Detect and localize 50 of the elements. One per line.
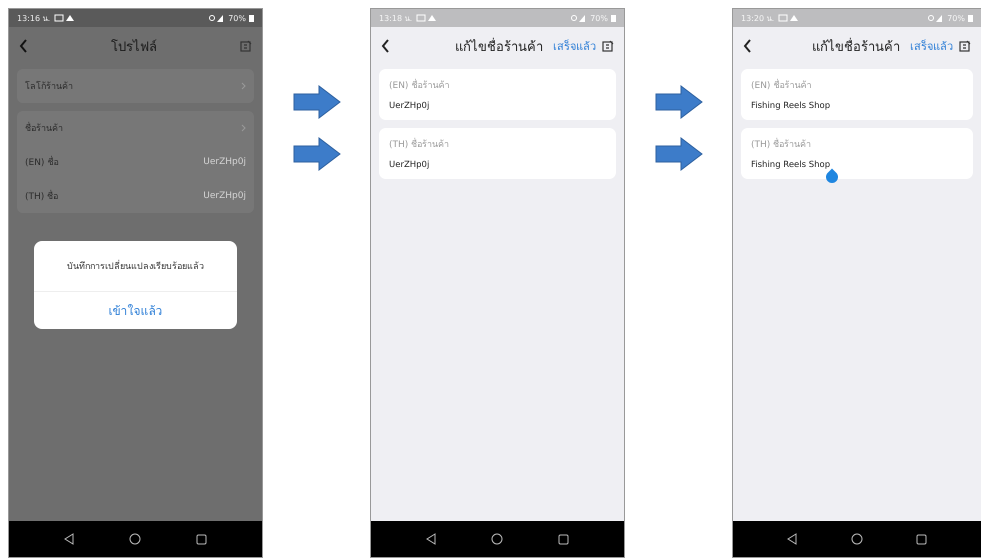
battery-icon <box>611 14 616 22</box>
battery-icon <box>249 14 254 22</box>
back-icon[interactable] <box>381 39 390 53</box>
screen-title: โปรไฟล์ <box>110 38 158 56</box>
notification-icons <box>54 14 76 22</box>
back-nav-icon[interactable] <box>426 533 436 545</box>
signal-icon <box>209 14 226 22</box>
row-value: UerZHp0j <box>203 191 246 201</box>
status-time: 13:16 น. <box>17 12 50 24</box>
row-label: (TH) ชื่อ <box>25 189 58 203</box>
notification-icons <box>778 14 800 22</box>
arrow-icon <box>654 85 702 119</box>
home-nav-icon[interactable] <box>850 533 862 545</box>
logo-row[interactable]: โลโก้ร้านค้า <box>17 69 254 103</box>
home-nav-icon[interactable] <box>129 533 141 545</box>
chevron-right-icon <box>241 82 246 90</box>
arrow-icon <box>292 137 340 171</box>
done-link[interactable]: เสร็จแล้ว <box>553 37 596 55</box>
row-value: UerZHp0j <box>203 157 246 167</box>
signal-icon <box>571 14 588 22</box>
row-label: (EN) ชื่อ <box>25 155 58 169</box>
status-time: 13:18 น. <box>379 12 412 24</box>
screen-title: แก้ไขชื่อร้านค้า <box>811 36 901 56</box>
back-nav-icon[interactable] <box>64 533 74 545</box>
done-link[interactable]: เสร็จแล้ว <box>910 37 953 55</box>
status-time: 13:20 น. <box>741 12 774 24</box>
input-field[interactable]: (EN) ชื่อร้านค้า UerZHp0j <box>379 69 616 120</box>
back-nav-icon[interactable] <box>786 533 797 545</box>
battery-percent: 70% <box>228 14 246 22</box>
recents-nav-icon[interactable] <box>196 534 207 544</box>
battery-icon <box>968 14 973 22</box>
signal-icon <box>928 14 944 22</box>
back-icon[interactable] <box>743 39 752 53</box>
edit-icon[interactable] <box>602 40 614 52</box>
chevron-right-icon <box>241 124 246 132</box>
arrow-icon <box>654 137 702 171</box>
home-nav-icon[interactable] <box>491 533 503 545</box>
arrow-icon <box>292 85 340 119</box>
ok-button[interactable]: เข้าใจแล้ว <box>88 292 182 329</box>
battery-percent: 70% <box>947 14 965 22</box>
screen-title: แก้ไขชื่อร้านค้า <box>454 36 544 56</box>
recents-nav-icon[interactable] <box>558 534 569 544</box>
battery-percent: 70% <box>590 14 608 22</box>
notification-icons <box>416 14 438 22</box>
dialog-message: บันทึกการเปลี่ยนแปลงเรียบร้อยแล้ว <box>34 241 237 292</box>
shop-name-row[interactable]: ชื่อร้านค้า <box>17 111 254 145</box>
input-field[interactable]: (TH) ชื่อร้านค้า UerZHp0j <box>379 128 616 179</box>
edit-icon[interactable] <box>959 40 971 52</box>
input-field[interactable]: (EN) ชื่อร้านค้า Fishing Reels Shop <box>741 69 973 120</box>
recents-nav-icon[interactable] <box>916 534 928 544</box>
